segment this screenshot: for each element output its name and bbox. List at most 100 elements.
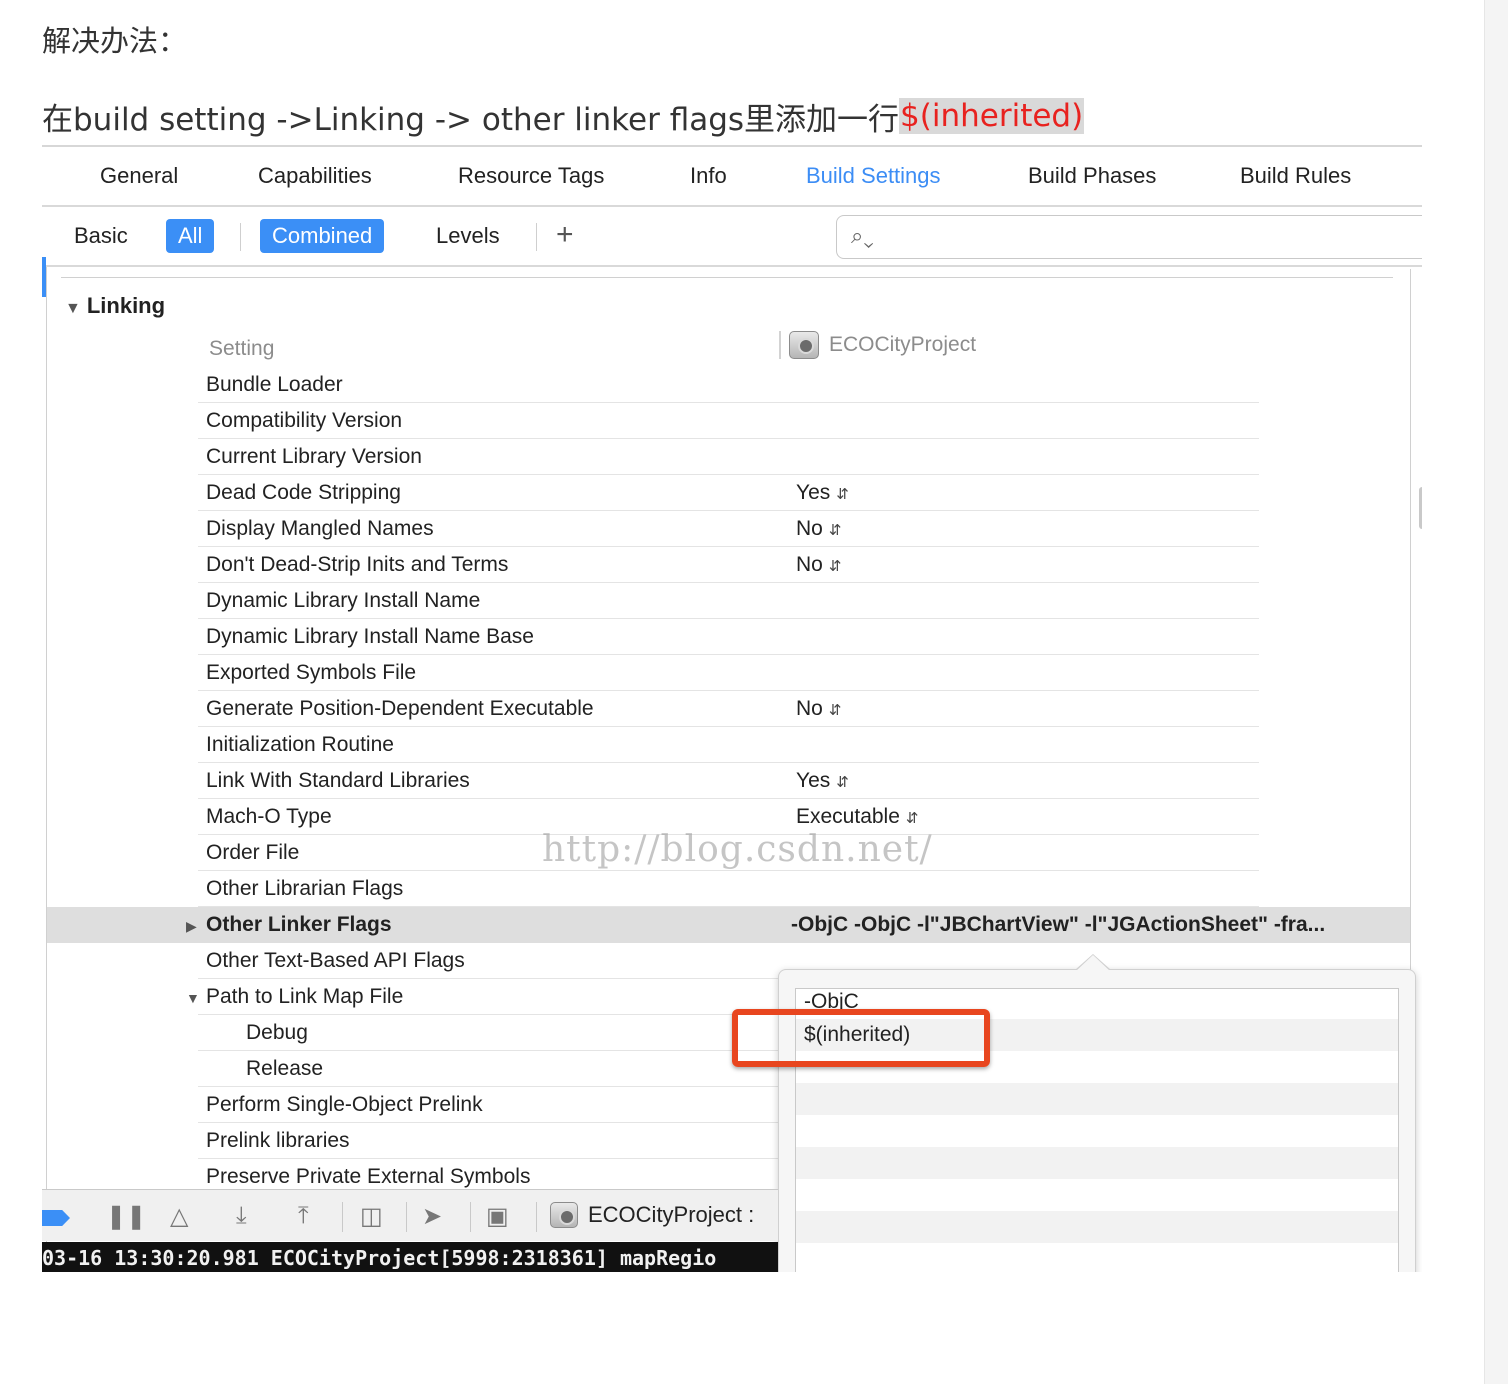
setting-row[interactable]: Initialization Routine bbox=[47, 727, 1410, 763]
setting-name: Link With Standard Libraries bbox=[206, 769, 470, 792]
camera-icon[interactable]: ▣ bbox=[486, 1202, 509, 1231]
highlight-annotation-box bbox=[732, 1009, 990, 1067]
filter-levels-button[interactable]: Levels bbox=[424, 219, 512, 253]
settings-search-field[interactable]: ⌕⌄ bbox=[836, 215, 1422, 259]
popup-stepper-icon: ⇵ bbox=[905, 810, 919, 827]
setting-row[interactable]: Current Library Version bbox=[47, 439, 1410, 475]
setting-row[interactable]: Other Librarian Flags bbox=[47, 871, 1410, 907]
debug-toolbar: ❚❚ △ ⤓ ⤒ ◫ ➤ ▣ ECOCityProject : bbox=[42, 1189, 778, 1241]
breakpoints-toggle-icon[interactable] bbox=[42, 1210, 70, 1226]
column-target: ECOCityProject bbox=[789, 331, 976, 359]
popup-stepper-icon: ⇵ bbox=[828, 558, 842, 575]
setting-row[interactable]: Dead Code Stripping Yes ⇵ bbox=[47, 475, 1410, 511]
solution-heading: 解决办法： bbox=[42, 24, 188, 58]
tab-capabilities[interactable]: Capabilities bbox=[258, 163, 372, 189]
empty-flag-row[interactable] bbox=[796, 1211, 1398, 1243]
debug-target[interactable]: ECOCityProject : bbox=[550, 1202, 754, 1228]
setting-value: Yes bbox=[796, 769, 831, 792]
pause-icon[interactable]: ❚❚ bbox=[106, 1202, 146, 1231]
tab-build-settings[interactable]: Build Settings bbox=[806, 163, 941, 189]
setting-value-popup[interactable]: No ⇵ bbox=[796, 517, 841, 541]
filter-divider bbox=[240, 223, 241, 251]
setting-name: Other Librarian Flags bbox=[206, 877, 404, 900]
setting-name: Generate Position-Dependent Executable bbox=[206, 697, 594, 720]
disclosure-triangle-icon: ▼ bbox=[65, 300, 81, 317]
step-over-icon[interactable]: △ bbox=[170, 1202, 188, 1231]
search-input[interactable] bbox=[887, 222, 1407, 252]
setting-name: Don't Dead-Strip Inits and Terms bbox=[206, 553, 509, 576]
editor-tab-bar: General Capabilities Resource Tags Info … bbox=[42, 147, 1422, 207]
debug-target-label: ECOCityProject : bbox=[588, 1202, 755, 1227]
linking-section-header[interactable]: ▼ Linking bbox=[65, 293, 165, 319]
search-icon: ⌕⌄ bbox=[851, 223, 874, 248]
setting-row[interactable]: Display Mangled Names No ⇵ bbox=[47, 511, 1410, 547]
step-into-icon[interactable]: ⤓ bbox=[236, 1202, 247, 1230]
setting-row[interactable]: Dynamic Library Install Name bbox=[47, 583, 1410, 619]
column-header: Setting ECOCityProject bbox=[207, 331, 1267, 367]
xcode-screenshot: General Capabilities Resource Tags Info … bbox=[42, 145, 1422, 1272]
setting-name: Compatibility Version bbox=[206, 409, 403, 432]
table-scroll-thumb[interactable] bbox=[1419, 487, 1422, 529]
setting-value[interactable]: -ObjC -ObjC -l"JBChartView" -l"JGActionS… bbox=[791, 913, 1325, 937]
empty-flag-row[interactable] bbox=[796, 1083, 1398, 1115]
filter-all-button[interactable]: All bbox=[166, 219, 215, 253]
setting-name: Exported Symbols File bbox=[206, 661, 417, 684]
setting-row[interactable]: Bundle Loader bbox=[47, 367, 1410, 403]
setting-name: Release bbox=[246, 1057, 324, 1080]
setting-row[interactable]: Exported Symbols File bbox=[47, 655, 1410, 691]
setting-row[interactable]: Order File bbox=[47, 835, 1410, 871]
disclosure-triangle-icon[interactable]: ▼ bbox=[186, 990, 200, 1006]
setting-value-popup[interactable]: No ⇵ bbox=[796, 697, 841, 721]
setting-row[interactable]: Mach-O Type Executable ⇵ bbox=[47, 799, 1410, 835]
tab-build-rules[interactable]: Build Rules bbox=[1240, 163, 1351, 189]
column-setting-label: Setting bbox=[209, 337, 275, 360]
setting-row[interactable]: Link With Standard Libraries Yes ⇵ bbox=[47, 763, 1410, 799]
setting-row[interactable]: Don't Dead-Strip Inits and Terms No ⇵ bbox=[47, 547, 1410, 583]
setting-name: Initialization Routine bbox=[206, 733, 394, 756]
build-settings-filter-bar: Basic All Combined Levels + ⌕⌄ bbox=[42, 209, 1422, 267]
tab-build-phases[interactable]: Build Phases bbox=[1028, 163, 1156, 189]
setting-value-popup[interactable]: Yes ⇵ bbox=[796, 769, 849, 793]
setting-name: Current Library Version bbox=[206, 445, 422, 468]
page-scrollbar[interactable] bbox=[1484, 0, 1508, 1384]
setting-name: Debug bbox=[246, 1021, 308, 1044]
view-debugger-icon[interactable]: ◫ bbox=[360, 1202, 383, 1231]
disclosure-triangle-icon[interactable]: ▶ bbox=[186, 918, 197, 935]
instruction-highlight: $(inherited) bbox=[899, 98, 1085, 134]
tab-resource-tags[interactable]: Resource Tags bbox=[458, 163, 604, 189]
filter-combined-button[interactable]: Combined bbox=[260, 219, 385, 253]
setting-name: Other Text-Based API Flags bbox=[206, 949, 465, 972]
tab-general[interactable]: General bbox=[100, 163, 178, 189]
setting-value-popup[interactable]: Yes ⇵ bbox=[796, 481, 849, 505]
setting-name: Dynamic Library Install Name bbox=[206, 589, 481, 612]
instruction-text: 在build setting ->Linking -> other linker… bbox=[42, 94, 1085, 138]
setting-value-popup[interactable]: Executable ⇵ bbox=[796, 805, 918, 829]
popup-stepper-icon: ⇵ bbox=[836, 774, 849, 791]
setting-row[interactable]: Compatibility Version bbox=[47, 403, 1410, 439]
empty-flag-row[interactable] bbox=[796, 1115, 1398, 1147]
setting-value: Yes bbox=[796, 481, 831, 504]
tab-info[interactable]: Info bbox=[690, 163, 727, 189]
popup-stepper-icon: ⇵ bbox=[836, 486, 849, 503]
setting-name: Dynamic Library Install Name Base bbox=[206, 625, 534, 648]
empty-flag-row[interactable] bbox=[796, 1243, 1398, 1272]
add-setting-button[interactable]: + bbox=[556, 217, 574, 253]
setting-row[interactable]: Generate Position-Dependent Executable No… bbox=[47, 691, 1410, 727]
setting-value: Executable bbox=[796, 805, 900, 828]
setting-name: Prelink libraries bbox=[206, 1129, 350, 1152]
instruction-prefix: 在build setting ->Linking -> other linker… bbox=[42, 101, 900, 138]
setting-value: No bbox=[796, 553, 823, 576]
simulate-location-icon[interactable]: ➤ bbox=[422, 1202, 442, 1231]
empty-flag-row[interactable] bbox=[796, 1147, 1398, 1179]
setting-row-other-linker-flags[interactable]: ▶ Other Linker Flags -ObjC -ObjC -l"JBChar… bbox=[47, 907, 1410, 943]
setting-name: Dead Code Stripping bbox=[206, 481, 401, 504]
popup-stepper-icon: ⇵ bbox=[828, 522, 842, 539]
step-out-icon[interactable]: ⤒ bbox=[298, 1202, 309, 1230]
setting-name: Perform Single-Object Prelink bbox=[206, 1093, 483, 1116]
empty-flag-row[interactable] bbox=[796, 1179, 1398, 1211]
setting-row[interactable]: Dynamic Library Install Name Base bbox=[47, 619, 1410, 655]
filter-divider bbox=[536, 223, 537, 251]
setting-name: Order File bbox=[206, 841, 300, 864]
setting-value-popup[interactable]: No ⇵ bbox=[796, 553, 841, 577]
filter-basic-button[interactable]: Basic bbox=[62, 219, 140, 253]
